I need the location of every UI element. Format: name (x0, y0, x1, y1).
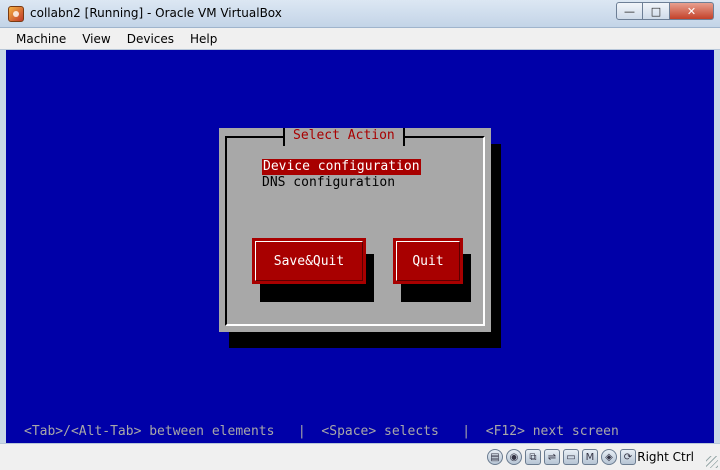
host-key-icon: ⟳ (620, 449, 636, 465)
select-action-dialog: Select Action Device configuration DNS c… (219, 128, 491, 332)
list-item-dns-configuration[interactable]: DNS configuration (262, 175, 421, 191)
close-button[interactable]: ✕ (670, 2, 714, 20)
window-titlebar: collabn2 [Running] - Oracle VM VirtualBo… (0, 0, 720, 28)
menu-view[interactable]: View (74, 32, 118, 46)
mouse-integration-icon[interactable]: ◈ (601, 449, 617, 465)
vm-display[interactable]: Select Action Device configuration DNS c… (6, 50, 714, 443)
menu-bar: Machine View Devices Help (0, 28, 720, 50)
window-title: collabn2 [Running] - Oracle VM VirtualBo… (30, 6, 282, 20)
menu-machine[interactable]: Machine (8, 32, 74, 46)
dialog-title: Select Action (283, 128, 405, 146)
quit-button[interactable]: Quit (393, 238, 463, 284)
minimize-button[interactable]: — (616, 2, 643, 20)
maximize-button[interactable]: □ (643, 2, 670, 20)
optical-drive-icon[interactable]: ◉ (506, 449, 522, 465)
usb-icon[interactable]: ⇌ (544, 449, 560, 465)
window-controls: — □ ✕ (616, 2, 714, 20)
display-icon[interactable]: M (582, 449, 598, 465)
list-item-device-configuration[interactable]: Device configuration (262, 159, 421, 175)
device-status-icons: ▤ ◉ ⧉ ⇌ ▭ M ◈ ⟳ (487, 449, 636, 465)
menu-devices[interactable]: Devices (119, 32, 182, 46)
action-list: Device configuration DNS configuration (262, 159, 421, 191)
hard-disk-icon[interactable]: ▤ (487, 449, 503, 465)
resize-grip-icon[interactable] (706, 456, 718, 468)
network-icon[interactable]: ⧉ (525, 449, 541, 465)
host-key-label: Right Ctrl (637, 450, 694, 464)
virtualbox-app-icon (8, 6, 24, 22)
help-line: <Tab>/<Alt-Tab> between elements | <Spac… (24, 424, 619, 439)
menu-help[interactable]: Help (182, 32, 225, 46)
save-quit-button[interactable]: Save&Quit (252, 238, 366, 284)
shared-folder-icon[interactable]: ▭ (563, 449, 579, 465)
quit-label: Quit (412, 253, 444, 269)
save-quit-label: Save&Quit (273, 253, 345, 269)
status-bar: ▤ ◉ ⧉ ⇌ ▭ M ◈ ⟳ Right Ctrl (0, 443, 720, 470)
